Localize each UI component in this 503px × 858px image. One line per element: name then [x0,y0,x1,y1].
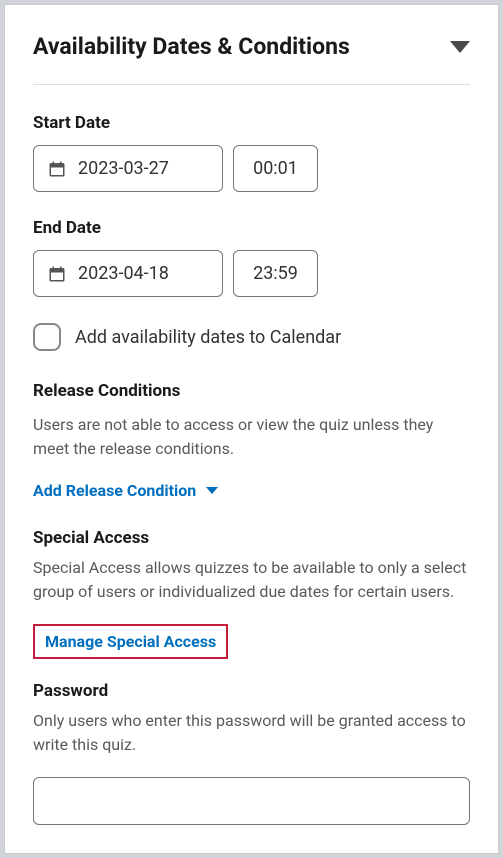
calendar-icon [48,265,66,283]
calendar-checkbox-row: Add availability dates to Calendar [33,323,470,351]
end-date-input[interactable]: 2023-04-18 [33,250,223,297]
manage-special-access-label: Manage Special Access [45,632,216,651]
add-release-condition-button[interactable]: Add Release Condition [33,481,218,500]
add-release-condition-label: Add Release Condition [33,481,196,500]
calendar-checkbox-label: Add availability dates to Calendar [75,327,341,348]
password-description: Only users who enter this password will … [33,709,470,757]
start-time-input[interactable]: 00:01 [233,145,318,192]
release-conditions-heading: Release Conditions [33,381,470,401]
manage-special-access-button[interactable]: Manage Special Access [45,632,216,651]
panel-header: Availability Dates & Conditions [33,33,470,85]
password-input[interactable] [33,777,470,825]
manage-special-access-highlight: Manage Special Access [33,624,228,659]
end-time-value: 23:59 [253,263,298,284]
special-access-description: Special Access allows quizzes to be avai… [33,556,470,604]
password-heading: Password [33,681,470,701]
calendar-checkbox[interactable] [33,323,61,351]
end-date-value: 2023-04-18 [78,263,169,284]
end-time-input[interactable]: 23:59 [233,250,318,297]
chevron-down-icon [206,487,218,494]
start-date-label: Start Date [33,113,470,133]
panel-title: Availability Dates & Conditions [33,33,350,60]
start-date-value: 2023-03-27 [78,158,169,179]
collapse-caret-icon[interactable] [450,41,470,53]
end-date-row: 2023-04-18 23:59 [33,250,470,297]
end-date-label: End Date [33,218,470,238]
start-date-row: 2023-03-27 00:01 [33,145,470,192]
calendar-icon [48,160,66,178]
availability-panel: Availability Dates & Conditions Start Da… [4,4,499,854]
start-date-input[interactable]: 2023-03-27 [33,145,223,192]
start-time-value: 00:01 [253,158,298,179]
release-conditions-description: Users are not able to access or view the… [33,413,470,461]
special-access-heading: Special Access [33,528,470,548]
